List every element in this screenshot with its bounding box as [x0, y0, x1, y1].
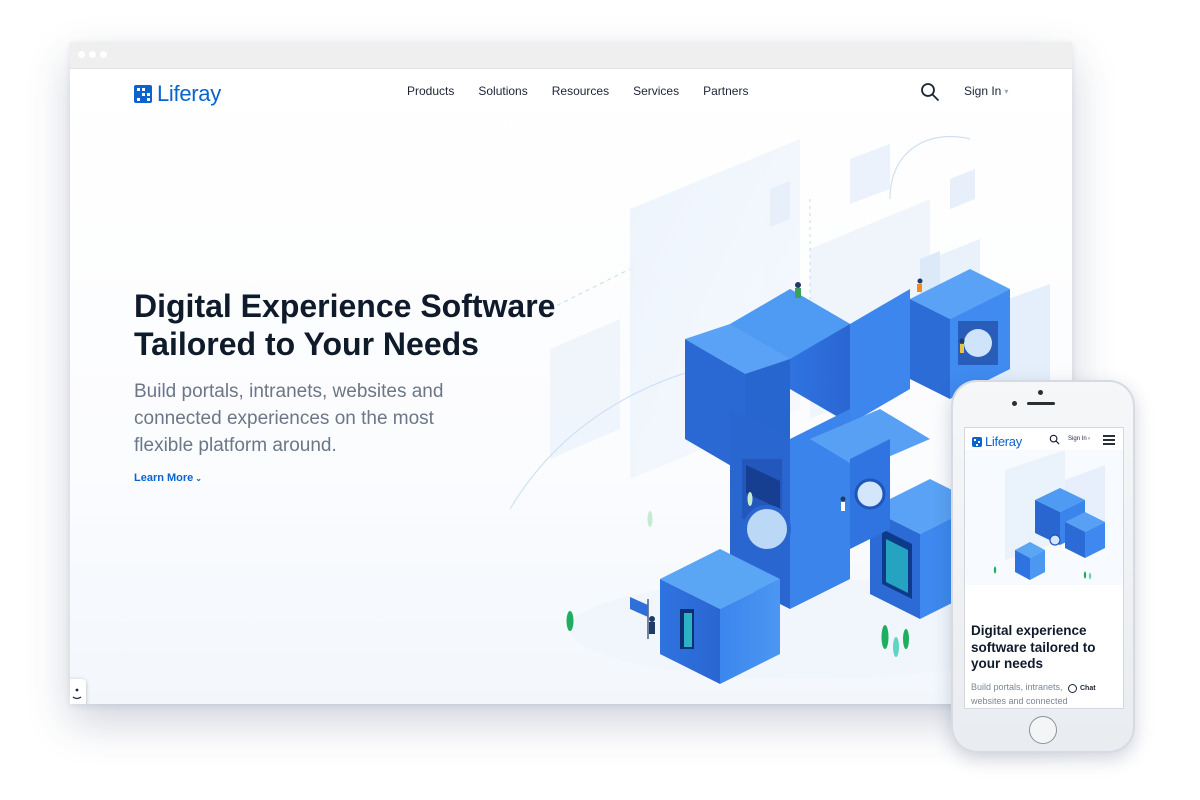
hero-title-line: Tailored to Your Needs: [134, 326, 479, 362]
mobile-brand-logo[interactable]: Liferay: [972, 435, 1022, 448]
chevron-down-icon: ▾: [1087, 436, 1091, 442]
mobile-brand-name: Liferay: [985, 434, 1022, 449]
hero-subtitle: Build portals, intranets, websites and c…: [134, 378, 494, 459]
learn-more-link[interactable]: Learn More ⌄: [134, 472, 202, 484]
chevron-down-icon: ⌄: [195, 474, 202, 483]
nav-resources[interactable]: Resources: [552, 84, 609, 98]
chat-label: Chat: [1080, 684, 1096, 692]
mobile-hero-title-line: your needs: [971, 656, 1044, 671]
chat-bubble-icon: [1068, 683, 1077, 693]
mobile-sign-in[interactable]: Sign In ▾: [1068, 436, 1090, 442]
mobile-sign-in-label: Sign In: [1068, 436, 1087, 442]
sign-in-dropdown[interactable]: Sign In ▾: [964, 84, 1008, 98]
hero-title-line: Digital Experience Software: [134, 288, 556, 324]
phone-speaker: [1027, 402, 1055, 405]
search-icon[interactable]: [920, 82, 940, 102]
mobile-screen: Liferay Sign In ▾ Digital experience sof…: [964, 427, 1124, 709]
chat-face-icon: [72, 688, 82, 700]
mobile-hero-subtitle: Build portals, intranets, websites and c…: [971, 680, 1071, 708]
hero-subtitle-line: flexible platform around.: [134, 435, 337, 456]
window-dot: [89, 51, 96, 58]
mobile-hero-title-line: Digital experience: [971, 623, 1087, 638]
brand-logo[interactable]: Liferay: [134, 83, 221, 105]
liferay-logo-icon: [972, 436, 982, 447]
sign-in-label: Sign In: [964, 84, 1002, 98]
mobile-hero-title: Digital experience software tailored to …: [971, 623, 1121, 673]
phone-home-button[interactable]: [1029, 716, 1057, 744]
nav-services[interactable]: Services: [633, 84, 679, 98]
window-dot: [78, 51, 85, 58]
mobile-hero-subtitle-line: Build portals, intranets,: [971, 682, 1063, 692]
desktop-browser-window: Liferay Products Solutions Resources Ser…: [70, 42, 1072, 704]
liferay-logo-icon: [134, 85, 152, 103]
phone-sensor: [1012, 401, 1017, 406]
mobile-phone-mockup: Liferay Sign In ▾ Digital experience sof…: [951, 380, 1135, 753]
main-navigation: Products Solutions Resources Services Pa…: [407, 84, 748, 98]
nav-partners[interactable]: Partners: [703, 84, 748, 98]
chevron-down-icon: ▾: [1004, 86, 1009, 96]
side-chat-tab[interactable]: [70, 679, 86, 704]
hero-subtitle-line: connected experiences on the most: [134, 408, 434, 429]
chat-button[interactable]: Chat: [1064, 681, 1100, 695]
window-dot: [100, 51, 107, 58]
desktop-page: Liferay Products Solutions Resources Ser…: [70, 69, 1072, 704]
phone-camera: [1038, 390, 1043, 395]
mobile-hero-illustration: [965, 450, 1123, 585]
mobile-hero-subtitle-line: websites and connected: [971, 696, 1068, 706]
hero-title: Digital Experience Software Tailored to …: [134, 287, 654, 363]
hero-subtitle-line: Build portals, intranets, websites and: [134, 381, 444, 402]
brand-name: Liferay: [157, 81, 221, 106]
browser-title-bar: [70, 42, 1072, 69]
mobile-hero-title-line: software tailored to: [971, 639, 1096, 655]
learn-more-label: Learn More: [134, 472, 194, 484]
nav-products[interactable]: Products: [407, 84, 454, 98]
search-icon[interactable]: [1049, 434, 1060, 445]
nav-solutions[interactable]: Solutions: [478, 84, 527, 98]
hamburger-menu-icon[interactable]: [1103, 435, 1115, 445]
